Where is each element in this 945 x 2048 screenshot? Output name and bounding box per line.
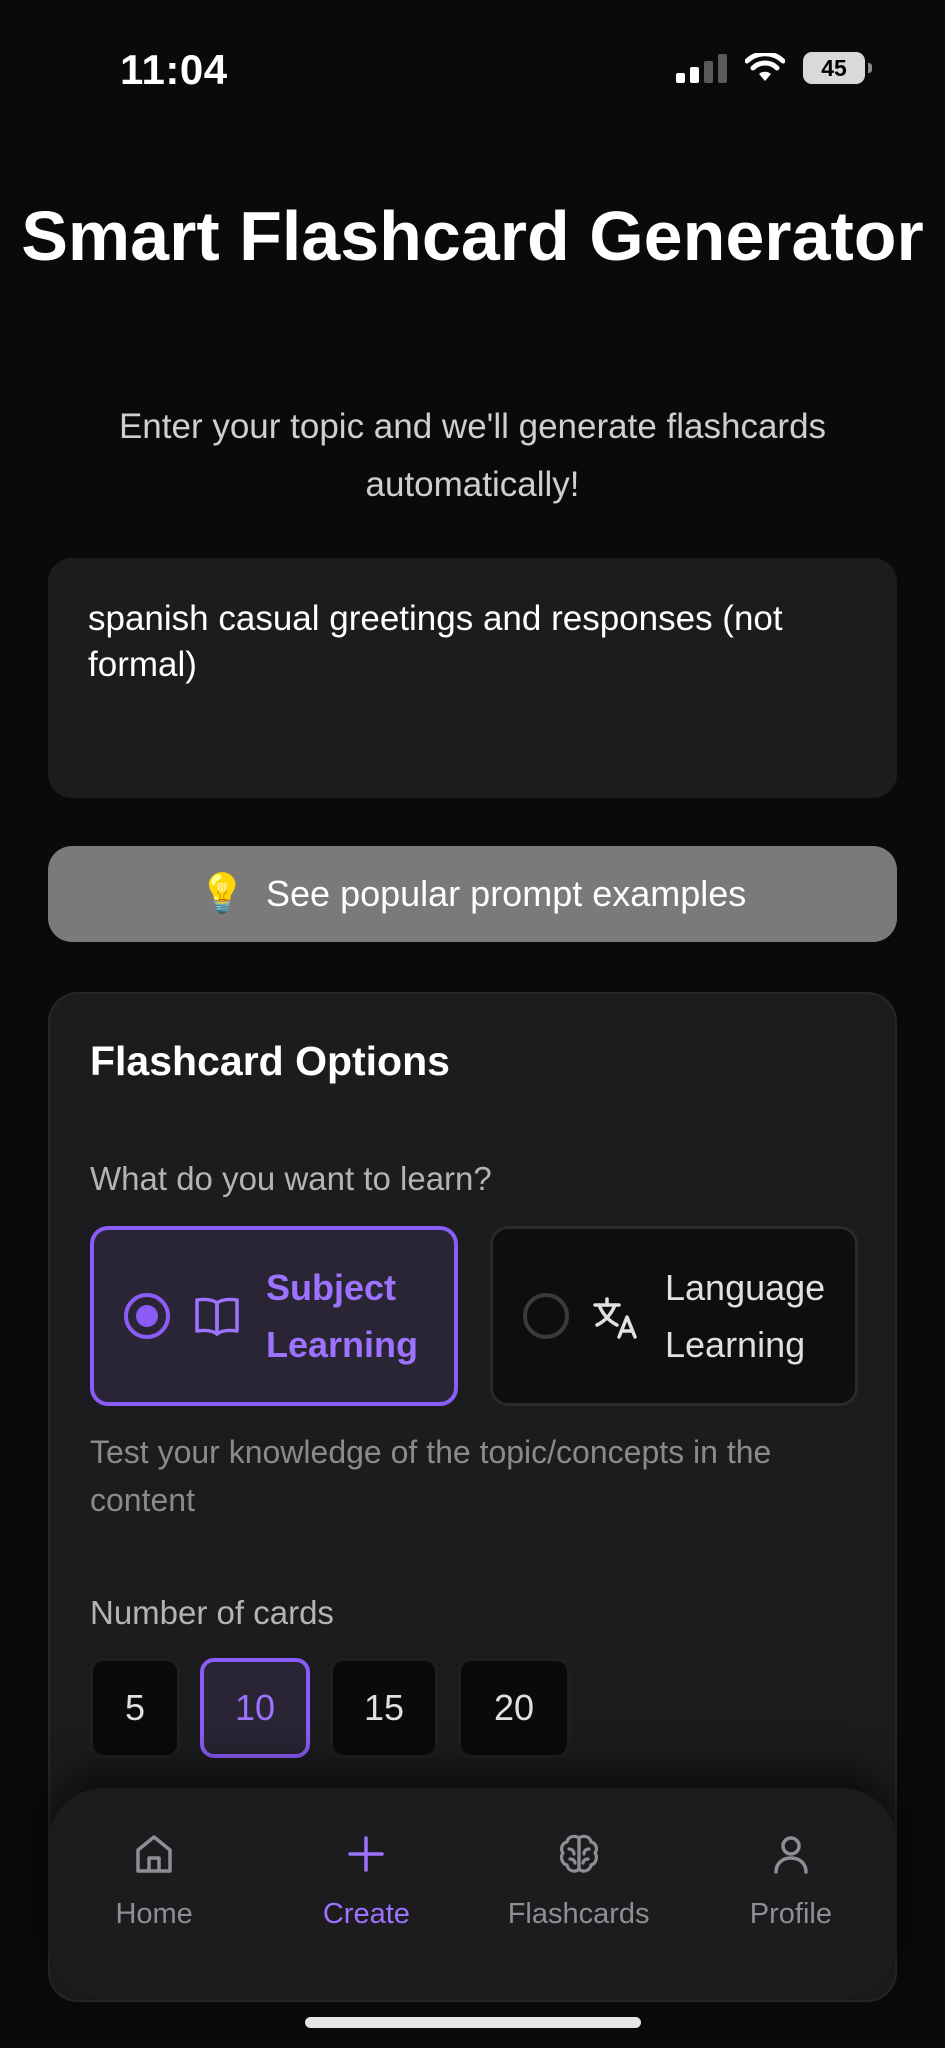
home-icon [136, 1835, 172, 1873]
count-option-15[interactable]: 15 [330, 1658, 438, 1758]
page-title: Smart Flashcard Generator [21, 197, 924, 275]
nav-label-profile: Profile [749, 1898, 832, 1930]
prompt-examples-button[interactable]: 💡 See popular prompt examples [48, 846, 897, 942]
user-icon [774, 1836, 808, 1874]
topic-input-container[interactable]: spanish casual greetings and responses (… [48, 558, 897, 798]
nav-item-home[interactable]: Home [48, 1788, 260, 1998]
status-icons: 45 [676, 52, 872, 84]
count-option-5[interactable]: 5 [90, 1658, 180, 1758]
cellular-signal-icon [676, 53, 727, 83]
card-count-selector: 5 10 15 20 [90, 1658, 570, 1758]
plus-icon [348, 1836, 385, 1872]
nav-label-create: Create [322, 1898, 410, 1930]
status-time: 11:04 [120, 46, 228, 93]
count-option-20[interactable]: 20 [458, 1658, 570, 1758]
count-option-10[interactable]: 10 [200, 1658, 310, 1758]
language-learning-label: Language Learning [665, 1267, 826, 1365]
page-subtitle: Enter your topic and we'll generate flas… [118, 407, 827, 504]
translate-icon [593, 1297, 637, 1339]
nav-item-flashcards[interactable]: Flashcards [473, 1788, 685, 1998]
home-indicator[interactable] [305, 2017, 641, 2028]
lightbulb-icon: 💡 [198, 873, 247, 915]
mode-description: Test your knowledge of the topic/concept… [90, 1434, 772, 1518]
nav-label-home: Home [115, 1898, 193, 1930]
battery-icon: 45 [803, 52, 872, 84]
learn-type-question: What do you want to learn? [90, 1160, 492, 1197]
brain-icon [559, 1834, 598, 1873]
options-title: Flashcard Options [90, 1038, 450, 1084]
language-learning-option[interactable]: Language Learning [490, 1226, 858, 1406]
subject-learning-option[interactable]: Subject Learning [90, 1226, 458, 1406]
card-count-label: Number of cards [90, 1594, 334, 1631]
bottom-nav: Home Create Flashcards Profile [48, 1788, 897, 1998]
wifi-icon [745, 53, 785, 81]
subject-learning-label: Subject Learning [266, 1267, 419, 1365]
radio-unselected-icon[interactable] [523, 1293, 569, 1339]
nav-item-profile[interactable]: Profile [685, 1788, 897, 1998]
prompt-examples-label: See popular prompt examples [266, 873, 747, 914]
topic-input[interactable]: spanish casual greetings and responses (… [88, 596, 857, 760]
book-icon [195, 1297, 239, 1336]
radio-selected-icon[interactable] [124, 1293, 170, 1339]
status-bar: 11:04 45 [0, 0, 945, 140]
nav-label-flashcards: Flashcards [507, 1898, 650, 1930]
nav-item-create[interactable]: Create [260, 1788, 472, 1998]
